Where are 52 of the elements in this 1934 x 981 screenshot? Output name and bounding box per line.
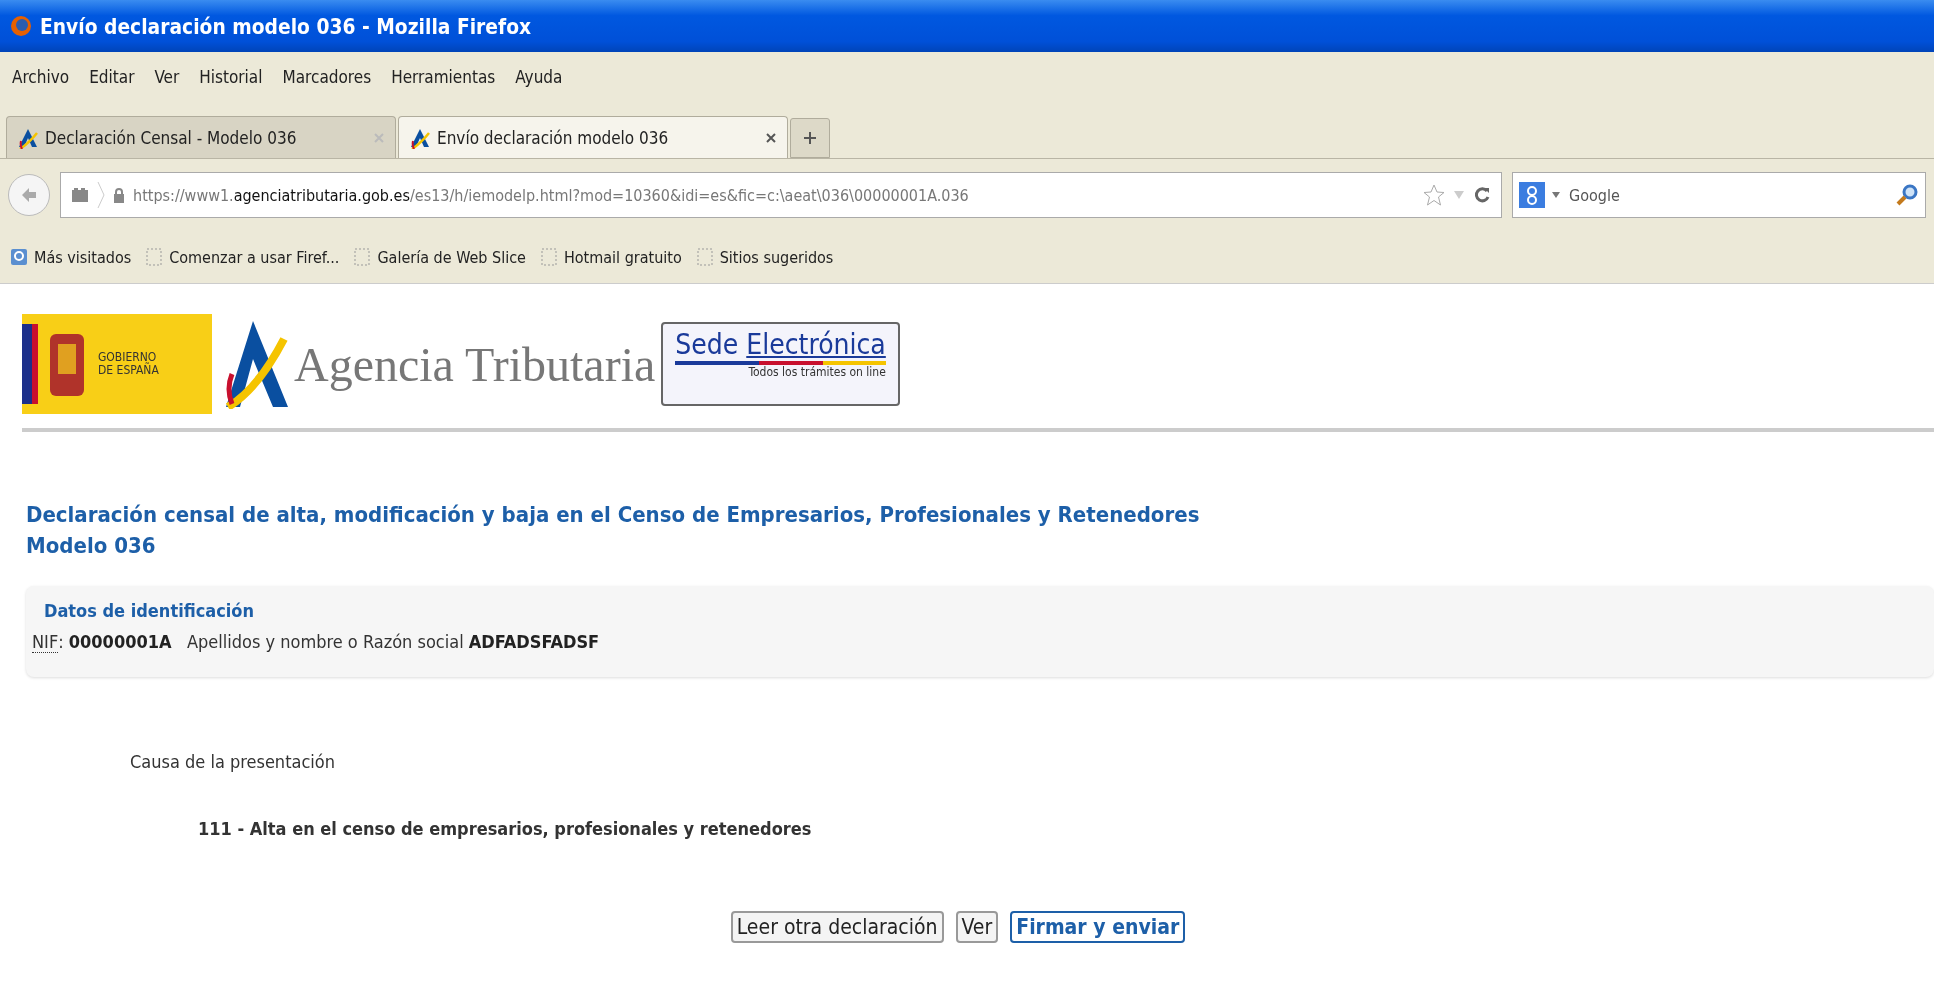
reload-icon — [1473, 186, 1491, 204]
identification-text: : 00000001A Apellidos y nombre o Razón social ADFADSFADSF — [58, 631, 600, 653]
address-field[interactable]: https://www1.agenciatributaria.gob.es/es13/h/iemodelp.html?mod=10360&idi=es&fic=c:\aeat\036\00000001A.036 — [60, 172, 1502, 218]
menu-item[interactable]: Herramientas — [391, 67, 496, 87]
bookmark-item[interactable]: Hotmail gratuito — [539, 247, 682, 267]
browser-tab[interactable]: Declaración Censal - Modelo 036 — [6, 116, 396, 158]
bookmark-item[interactable]: Comenzar a usar Firef... — [145, 247, 340, 267]
agency-name: Agencia Tributaria — [294, 336, 656, 392]
page-outline-icon — [353, 248, 372, 266]
bookmark-item[interactable]: Galería de Web Slice — [353, 247, 526, 267]
menu-item[interactable]: Archivo — [12, 67, 70, 87]
menu-item[interactable]: Marcadores — [282, 67, 372, 87]
star-icon — [1423, 184, 1445, 206]
page-outline-icon — [145, 248, 164, 266]
form-button[interactable]: Firmar y enviar — [1010, 911, 1186, 943]
page-outline-icon — [695, 248, 714, 266]
plus-icon — [803, 131, 817, 145]
cause-value: 111 - Alta en el censo de empresarios, profesionales y retenedores — [198, 818, 813, 839]
search-field[interactable]: Google — [1512, 172, 1926, 218]
close-icon — [373, 131, 385, 144]
browser-tab[interactable]: Envío declaración modelo 036 — [398, 116, 788, 158]
form-button[interactable]: Leer otra declaración — [730, 911, 944, 943]
window-title: Envío declaración modelo 036 - Mozilla Firefox — [40, 13, 532, 39]
bookmark-item[interactable]: Más visitados — [10, 247, 132, 267]
nif-label: NIF — [32, 631, 59, 653]
form-button[interactable]: Ver — [955, 911, 999, 943]
search-engine-icon — [1519, 182, 1545, 208]
menu-item[interactable]: Ver — [154, 67, 180, 87]
close-icon — [765, 131, 777, 144]
browser-logo-icon — [10, 15, 32, 37]
dropdown-icon — [1551, 191, 1561, 199]
dropdown-icon — [1453, 190, 1465, 200]
section-heading: Datos de identificación — [44, 600, 255, 621]
tab-label: Envío declaración modelo 036 — [437, 127, 670, 148]
page-title: Declaración censal de alta, modificación y baja en el Censo de Empresarios, Profesionales y Retenedores — [26, 502, 1201, 527]
government-logo: GOBIERNO DE ESPAÑA — [22, 314, 212, 414]
page-subtitle: Modelo 036 — [26, 533, 157, 558]
menu-item[interactable]: Ayuda — [515, 67, 563, 87]
bookmark-item[interactable]: Sitios sugeridos — [695, 247, 834, 267]
menu-item[interactable]: Editar — [89, 67, 135, 87]
tab-label: Declaración Censal - Modelo 036 — [45, 127, 298, 148]
bookmark-folder-icon — [10, 248, 28, 266]
page-icon — [71, 187, 89, 203]
chevron-icon — [97, 181, 105, 209]
lock-icon — [113, 187, 125, 203]
url-text: https://www1.agenciatributaria.gob.es/es13/h/iemodelp.html?mod=10360&idi=es&fic=c:\aeat\036\00000001A.036 — [133, 185, 969, 205]
menu-item[interactable]: Historial — [199, 67, 263, 87]
sede-logo[interactable]: Sede Electrónica Todos los trámites on line — [661, 322, 900, 406]
page-outline-icon — [539, 248, 558, 266]
new-tab-button[interactable] — [790, 118, 830, 158]
search-icon — [1895, 183, 1919, 207]
cause-label: Causa de la presentación — [130, 751, 336, 772]
